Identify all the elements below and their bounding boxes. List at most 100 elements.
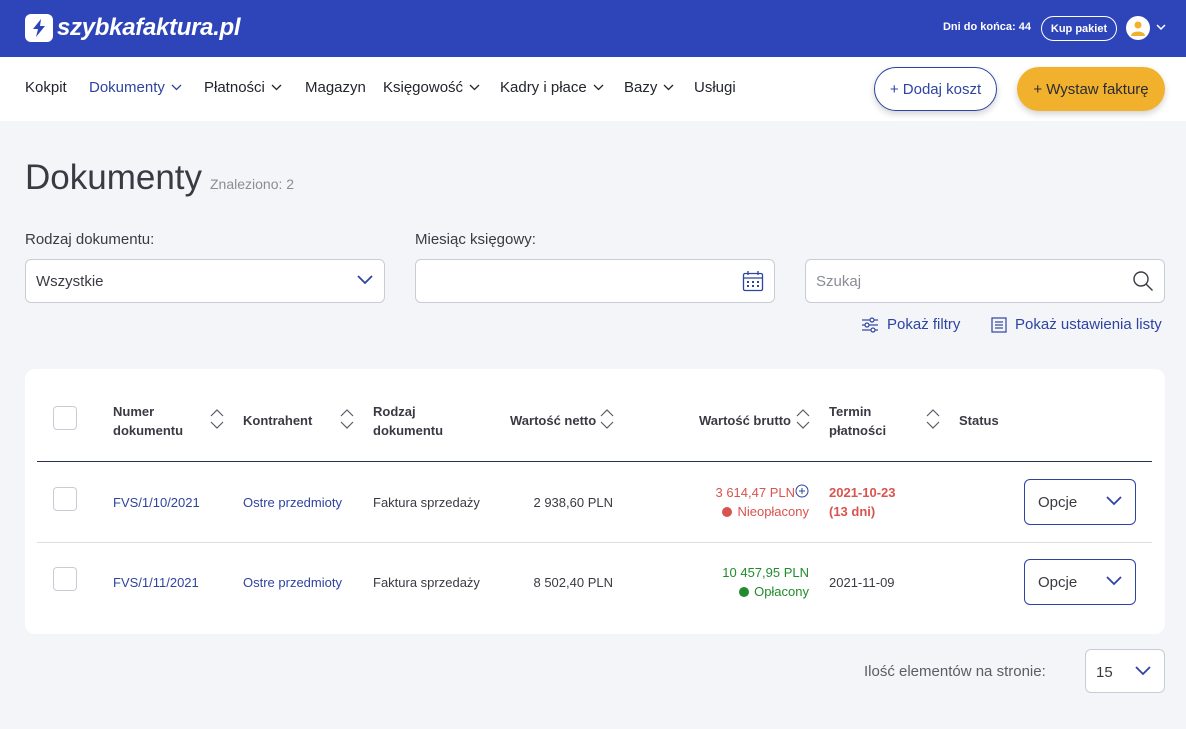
doc-type-value: Wszystkie <box>36 273 104 290</box>
due-note: (13 dni) <box>829 504 876 519</box>
top-bar: szybkafaktura.pl Dni do końca: 44 Kup pa… <box>0 0 1186 57</box>
logo[interactable]: szybkafaktura.pl <box>25 14 241 42</box>
nav-item-label: Dokumenty <box>89 79 165 96</box>
chevron-down-icon <box>663 84 674 91</box>
chevron-down-icon <box>357 275 373 285</box>
per-page-label: Ilość elementów na stronie: <box>864 663 1046 680</box>
nav-item-uslugi[interactable]: Usługi <box>694 79 736 96</box>
sliders-icon <box>862 316 878 333</box>
per-page-select[interactable]: 15 <box>1085 649 1165 693</box>
row-divider <box>37 542 1152 543</box>
chevron-down-icon <box>469 84 480 91</box>
nav-item-bazy[interactable]: Bazy <box>624 79 674 96</box>
show-filters-label: Pokaż filtry <box>887 316 961 333</box>
chevron-down-icon[interactable] <box>1156 23 1166 31</box>
nav-item-label: Bazy <box>624 79 658 96</box>
column-header-due[interactable]: Termin płatności <box>829 402 899 440</box>
column-header-contractor[interactable]: Kontrahent <box>243 411 312 430</box>
days-left-text: Dni do końca: 44 <box>942 21 1031 33</box>
show-filters-link[interactable]: Pokaż filtry <box>861 316 960 333</box>
chevron-down-icon <box>1135 666 1151 676</box>
month-label: Miesiąc księgowy: <box>415 231 536 248</box>
nav-item-label: Księgowość <box>383 79 464 96</box>
documents-table: Numer dokumentu Kontrahent Rodzaj dokume… <box>25 369 1165 634</box>
nav-item-dokumenty[interactable]: Dokumenty <box>89 79 182 96</box>
gross-value-cell: 10 457,95 PLN <box>649 565 809 580</box>
doc-type-cell: Faktura sprzedaży <box>373 495 480 510</box>
doc-type-select[interactable]: Wszystkie <box>25 259 385 303</box>
column-header-net[interactable]: Wartość netto <box>510 411 596 430</box>
show-list-settings-label: Pokaż ustawienia listy <box>1015 316 1162 333</box>
options-dropdown[interactable]: Opcje <box>1024 559 1136 605</box>
status-dot <box>722 507 733 517</box>
due-date: 2021-11-09 <box>829 575 895 590</box>
document-number-link[interactable]: FVS/1/11/2021 <box>113 575 199 590</box>
logo-text: szybkafaktura.pl <box>57 14 241 41</box>
list-settings-icon <box>991 316 1007 333</box>
user-avatar[interactable] <box>1126 16 1150 40</box>
nav-item-platnosci[interactable]: Płatności <box>204 79 282 96</box>
nav-item-label: Kadry i płace <box>500 79 587 96</box>
nav-item-label: Kokpit <box>25 79 67 96</box>
sort-icon[interactable] <box>795 408 811 430</box>
sort-icon[interactable] <box>339 408 355 430</box>
nav-item-ksiegowosc[interactable]: Księgowość <box>383 79 480 96</box>
options-label: Opcje <box>1038 574 1078 591</box>
payment-status-label: Opłacony <box>754 584 809 599</box>
nav-item-label: Usługi <box>694 79 736 96</box>
doc-type-cell: Faktura sprzedaży <box>373 575 480 590</box>
row-checkbox[interactable] <box>53 487 77 511</box>
page-title: Dokumenty <box>25 158 203 197</box>
contractor-link[interactable]: Ostre przedmioty <box>243 575 342 590</box>
add-cost-button[interactable]: + Dodaj koszt <box>874 67 997 111</box>
calendar-icon[interactable] <box>742 270 764 292</box>
issue-invoice-button[interactable]: + Wystaw fakturę <box>1017 67 1165 111</box>
search-placeholder: Szukaj <box>816 273 862 290</box>
header-divider <box>37 461 1152 462</box>
nav-item-kadry[interactable]: Kadry i płace <box>500 79 604 96</box>
gross-value: 3 614,47 PLN <box>715 485 795 500</box>
month-field[interactable] <box>415 259 775 303</box>
nav-item-kokpit[interactable]: Kokpit <box>25 79 67 96</box>
search-icon[interactable] <box>1132 270 1154 292</box>
column-header-status: Status <box>959 413 999 428</box>
results-count: Znaleziono: 2 <box>210 176 295 192</box>
payment-status: Nieopłacony <box>649 504 809 519</box>
doc-type-label: Rodzaj dokumentu: <box>25 231 155 248</box>
column-header-gross[interactable]: Wartość brutto <box>699 411 791 430</box>
net-value-cell: 8 502,40 PLN <box>533 575 613 590</box>
chevron-down-icon <box>171 84 182 91</box>
gross-value-cell: 3 614,47 PLN <box>675 485 795 500</box>
buy-package-button[interactable]: Kup pakiet <box>1041 16 1117 41</box>
status-dot <box>739 587 750 597</box>
column-header-number[interactable]: Numer dokumentu <box>113 402 193 440</box>
per-page-value: 15 <box>1096 664 1113 681</box>
lightning-logo-icon <box>25 14 53 42</box>
sort-icon[interactable] <box>599 408 615 430</box>
net-value-cell: 2 938,60 PLN <box>533 495 613 510</box>
main-nav: Kokpit Dokumenty Płatności Magazyn Księg… <box>0 57 1186 121</box>
due-date-cell: 2021-10-23 (13 dni) <box>829 483 896 521</box>
nav-item-magazyn[interactable]: Magazyn <box>305 79 366 96</box>
document-number-link[interactable]: FVS/1/10/2021 <box>113 495 200 510</box>
nav-item-label: Płatności <box>204 79 265 96</box>
sort-icon[interactable] <box>925 408 941 430</box>
row-checkbox[interactable] <box>53 567 77 591</box>
chevron-down-icon <box>1106 576 1122 586</box>
gross-value: 10 457,95 PLN <box>722 565 809 580</box>
sort-icon[interactable] <box>209 408 225 430</box>
options-dropdown[interactable]: Opcje <box>1024 479 1136 525</box>
chevron-down-icon <box>593 84 604 91</box>
chevron-down-icon <box>1106 496 1122 506</box>
user-icon <box>1131 21 1145 36</box>
search-field[interactable]: Szukaj <box>805 259 1165 303</box>
select-all-checkbox[interactable] <box>53 406 77 430</box>
column-header-doc-type: Rodzaj dokumentu <box>373 404 444 438</box>
plus-circle-icon[interactable] <box>795 484 809 498</box>
payment-status-label: Nieopłacony <box>737 504 809 519</box>
nav-item-label: Magazyn <box>305 79 366 96</box>
contractor-link[interactable]: Ostre przedmioty <box>243 495 342 510</box>
due-date: 2021-10-23 <box>829 485 896 500</box>
show-list-settings-link[interactable]: Pokaż ustawienia listy <box>991 316 1162 333</box>
chevron-down-icon <box>271 84 282 91</box>
